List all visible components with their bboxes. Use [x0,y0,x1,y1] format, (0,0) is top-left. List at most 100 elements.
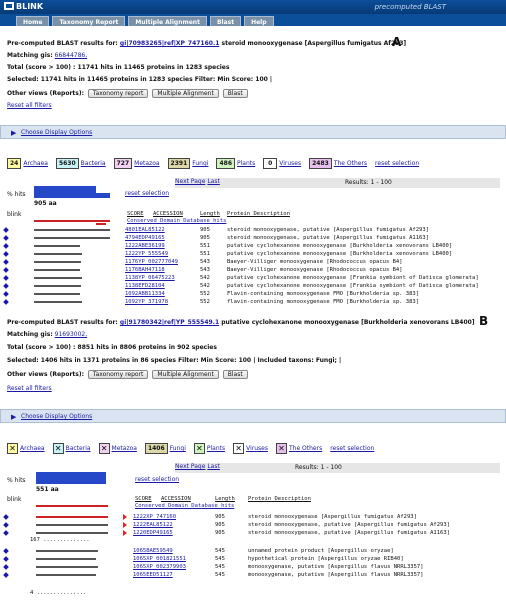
score-cell[interactable]: 1176 [125,267,138,273]
taxon-count-plants[interactable]: 486 [216,158,235,169]
alignment-bar[interactable] [34,253,82,255]
diamond-bullet-icon[interactable] [3,283,9,289]
taxon-link-bacteria[interactable]: Bacteria [81,160,106,167]
accession-link[interactable]: XP_001821551 [146,556,186,562]
alignment-bar[interactable] [34,269,80,271]
taxon-count-archaea[interactable]: ✕ [7,443,18,454]
diamond-bullet-icon[interactable] [3,530,9,536]
accession-link[interactable]: EAL85122 [138,227,165,233]
diamond-bullet-icon[interactable] [3,267,9,273]
taxon-link-plants[interactable]: Plants [207,445,225,452]
taxon-link-metazoa[interactable]: Metazoa [134,160,159,167]
taxonomy-report-button[interactable]: Taxonomy report [87,89,149,98]
score-cell[interactable]: 1176 [125,259,138,265]
diamond-bullet-icon[interactable] [3,564,9,570]
diamond-bullet-icon[interactable] [3,243,9,249]
taxa-reset-selection-link[interactable]: reset selection [330,445,374,452]
taxon-link-bacteria[interactable]: Bacteria [66,445,91,452]
diamond-bullet-icon[interactable] [3,556,9,562]
accession-link[interactable]: EDP49165 [146,530,173,536]
score-cell[interactable]: 1092 [125,291,138,297]
accession-link[interactable]: BAH47118 [138,267,165,273]
accession-link[interactable]: XP_002379903 [146,564,186,570]
score-cell[interactable]: 1092 [125,299,138,305]
taxon-link-archaea[interactable]: Archaea [23,160,48,167]
score-cell[interactable]: 1220 [133,530,146,536]
blast-button-b[interactable]: Blast [222,370,248,379]
taxon-count-plants[interactable]: ✕ [193,443,205,454]
score-cell[interactable]: 1222 [133,514,146,520]
last-page-link-b[interactable]: Last [207,463,220,470]
taxon-count-fungi[interactable]: 2391 [167,158,191,169]
alignment-bar[interactable] [34,277,82,279]
tab-help[interactable]: Help [244,16,274,26]
taxon-count-viruses[interactable]: ✕ [233,443,245,454]
diamond-bullet-icon[interactable] [3,548,9,554]
taxon-count-bacteria[interactable]: ✕ [52,443,64,454]
alignment-bar[interactable] [36,550,98,552]
next-page-link-b[interactable]: Next Page [175,463,205,470]
taxa-reset-selection-link[interactable]: reset selection [375,160,419,167]
alignment-bar[interactable] [36,574,96,576]
taxon-link-viruses[interactable]: Viruses [279,160,301,167]
reset-selection-link-b[interactable]: reset selection [135,476,179,483]
score-cell[interactable]: 1065 [133,548,146,554]
score-cell[interactable]: 1065 [133,556,146,562]
reset-filters-link[interactable]: Reset all filters [7,102,52,109]
taxon-count-metazoa[interactable]: 727 [113,158,133,169]
last-page-link[interactable]: Last [207,178,220,185]
cdd-link-b[interactable]: Conserved Domain Database hits [135,503,234,509]
diamond-bullet-icon[interactable] [3,259,9,265]
taxon-count-the-others[interactable]: 2483 [309,158,332,169]
taxon-count-archaea[interactable]: 24 [7,158,22,169]
accession-link[interactable]: YP_371978 [138,299,168,305]
display-options-link-b[interactable]: Choose Display Options [21,413,92,420]
score-cell[interactable]: 1138 [125,275,138,281]
taxon-count-metazoa[interactable]: ✕ [98,443,110,454]
taxon-link-plants[interactable]: Plants [237,160,255,167]
accession-link[interactable]: EAL85122 [146,522,173,528]
alignment-bar[interactable] [34,245,80,247]
alignment-bar[interactable] [34,293,80,295]
display-options-bar-b[interactable]: ▶ Choose Display Options [0,409,506,423]
taxonomy-report-button-b[interactable]: Taxonomy report [87,370,149,379]
accession-link[interactable]: EFD28104 [138,283,165,289]
taxon-link-viruses[interactable]: Viruses [246,445,268,452]
alignment-bar[interactable] [36,516,108,518]
alignment-bar[interactable] [34,285,81,287]
diamond-bullet-icon[interactable] [3,251,9,257]
multiple-alignment-button-b[interactable]: Multiple Alignment [152,370,219,379]
tab-home[interactable]: Home [16,16,50,26]
tab-blast[interactable]: Blast [209,16,242,26]
accession-link[interactable]: ABB11334 [138,291,165,297]
diamond-bullet-icon[interactable] [3,522,9,528]
score-cell[interactable]: 1222 [133,522,146,528]
diamond-bullet-icon[interactable] [3,514,9,520]
taxon-link-archaea[interactable]: Archaea [20,445,45,452]
score-cell[interactable]: 1222 [125,251,138,257]
alignment-bar[interactable] [34,301,82,303]
tab-taxonomy-report[interactable]: Taxonomy Report [52,16,126,26]
cdd-link[interactable]: Conserved Domain Database hits [127,218,226,224]
diamond-bullet-icon[interactable] [3,275,9,281]
alignment-bar[interactable] [36,566,98,568]
accession-link[interactable]: YP_555549 [138,251,168,257]
matching-gi-link[interactable]: 66844786, [55,52,87,59]
taxon-link-fungi[interactable]: Fungi [170,445,186,452]
next-page-link[interactable]: Next Page [175,178,205,185]
diamond-bullet-icon[interactable] [3,235,9,241]
accession-link[interactable]: EED51127 [146,572,173,578]
display-options-bar[interactable]: ▶ Choose Display Options [0,125,506,139]
tab-multiple-alignment[interactable]: Multiple Alignment [128,16,207,26]
gi-link[interactable]: gi|70983265|ref|XP_747160.1 [120,40,220,47]
diamond-bullet-icon[interactable] [3,227,9,233]
alignment-bar[interactable] [36,532,108,534]
accession-link[interactable]: EDP49165 [138,235,165,241]
display-options-link[interactable]: Choose Display Options [21,129,92,136]
alignment-bar[interactable] [34,261,81,263]
accession-link[interactable]: YP_06475223 [138,275,174,281]
taxon-link-fungi[interactable]: Fungi [192,160,208,167]
score-cell[interactable]: 4794 [125,235,138,241]
diamond-bullet-icon[interactable] [3,572,9,578]
accession-link[interactable]: ABE36199 [138,243,165,249]
